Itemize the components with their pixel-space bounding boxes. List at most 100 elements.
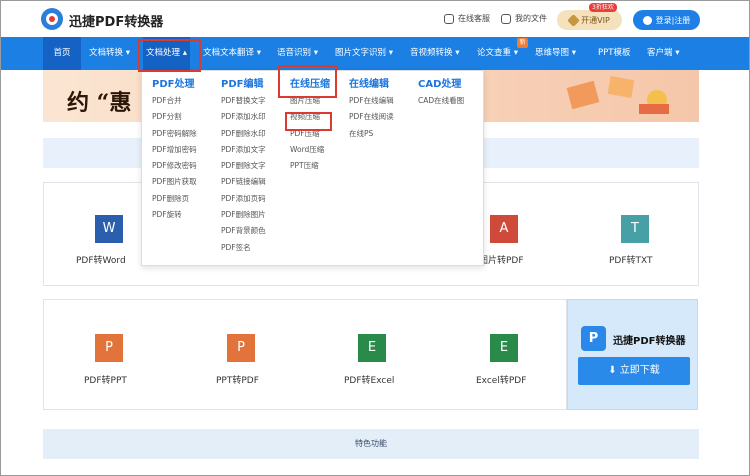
tool-excel-to-pdf[interactable]: Excel转PDF	[476, 373, 526, 386]
nav-mind-map[interactable]: 思维导图 ▾	[535, 37, 576, 70]
vip-promo-badge: 3折狂欢	[589, 3, 617, 12]
chevron-down-icon: ▾	[672, 48, 680, 58]
column-cad: CAD处理 CAD在线看图	[418, 77, 464, 109]
brand-logo-icon[interactable]	[41, 8, 63, 30]
chevron-down-icon: ▾	[311, 48, 318, 58]
column-title: PDF编辑	[221, 79, 264, 90]
my-files-link[interactable]: 我的文件	[501, 13, 547, 24]
menu-item[interactable]: PDF在线编辑	[349, 93, 394, 109]
column-pdf-process: PDF处理 PDF合并 PDF分割 PDF密码解除 PDF增加密码 PDF修改密…	[152, 77, 197, 223]
nav-plagiarism-check-label: 论文查重	[477, 48, 512, 58]
chevron-down-icon: ▾	[511, 48, 518, 58]
diamond-icon	[567, 13, 581, 27]
menu-item[interactable]: PDF图片获取	[152, 174, 197, 190]
download-icon: ⬇	[608, 365, 620, 376]
highlight-online-compress	[278, 65, 337, 98]
column-title: PDF处理	[152, 79, 195, 90]
pdf-icon: A	[490, 215, 518, 243]
nav-av-convert-label: 音视频转换	[410, 48, 453, 58]
menu-item[interactable]: CAD在线看图	[418, 93, 464, 109]
tool-image-to-pdf[interactable]: 图片转PDF	[479, 253, 524, 266]
login-button[interactable]: 登录|注册	[633, 10, 700, 30]
tool-pdf-to-excel[interactable]: PDF转Excel	[344, 373, 394, 386]
menu-item[interactable]: PDF删除图片	[221, 207, 266, 223]
menu-item[interactable]: PDF增加密码	[152, 142, 197, 158]
menu-item[interactable]: PDF在线阅读	[349, 109, 394, 125]
download-button-label: 立即下载	[619, 365, 660, 376]
download-button[interactable]: ⬇ 立即下载	[578, 357, 690, 385]
highlight-nav-doc-process	[138, 39, 201, 72]
menu-item[interactable]: 在线PS	[349, 126, 394, 142]
page: 迅捷PDF转换器 在线客服 我的文件 开通VIP 3折狂欢 登录|注册 首页 文…	[0, 0, 750, 476]
menu-item[interactable]: PDF背景颜色	[221, 223, 266, 239]
tool-pdf-to-txt[interactable]: PDF转TXT	[609, 253, 653, 266]
menu-item[interactable]: PDF旋转	[152, 207, 197, 223]
customer-service-label: 在线客服	[458, 14, 490, 23]
nav-client[interactable]: 客户端 ▾	[647, 37, 679, 70]
menu-item[interactable]: PDF签名	[221, 240, 266, 256]
column-title: CAD处理	[418, 79, 462, 90]
nav-home[interactable]: 首页	[43, 37, 81, 70]
tool-ppt-to-pdf[interactable]: PPT转PDF	[216, 373, 259, 386]
user-icon	[642, 15, 652, 25]
document-icon	[501, 13, 511, 24]
vip-button[interactable]: 开通VIP	[557, 10, 622, 30]
ppt-icon: P	[95, 334, 123, 362]
menu-item[interactable]: PDF删除页	[152, 191, 197, 207]
menu-item[interactable]: PDF密码解除	[152, 126, 197, 142]
chevron-down-icon: ▾	[386, 48, 393, 58]
gift-decoration-icon	[566, 76, 669, 114]
menu-item[interactable]: PDF添加文字	[221, 142, 266, 158]
excel-pdf-icon: E	[490, 334, 518, 362]
column-online-edit: 在线编辑 PDF在线编辑 PDF在线阅读 在线PS	[349, 77, 394, 142]
chevron-down-icon: ▾	[254, 48, 261, 58]
menu-item[interactable]: PDF修改密码	[152, 158, 197, 174]
nav-ppt-template[interactable]: PPT模板	[598, 37, 630, 70]
menu-item[interactable]: PDF分割	[152, 109, 197, 125]
brand-name[interactable]: 迅捷PDF转换器	[69, 11, 163, 30]
menu-item[interactable]: PDF链接编辑	[221, 174, 266, 190]
login-label: 登录|注册	[655, 15, 691, 25]
tool-pdf-to-word[interactable]: PDF转Word	[76, 253, 126, 266]
download-brand: 迅捷PDF转换器	[613, 336, 686, 347]
chevron-down-icon: ▾	[569, 48, 576, 58]
column-title: 在线编辑	[349, 79, 389, 90]
nav-plagiarism-check[interactable]: 论文查重 ▾	[477, 37, 518, 70]
my-files-label: 我的文件	[515, 14, 547, 23]
menu-item[interactable]: PDF添加水印	[221, 109, 266, 125]
headset-icon	[444, 13, 454, 24]
nav-mind-map-label: 思维导图	[535, 48, 570, 58]
download-panel	[567, 299, 698, 410]
new-badge: 新	[517, 38, 528, 48]
menu-item[interactable]: Word压缩	[290, 142, 330, 158]
nav-client-label: 客户端	[647, 48, 673, 58]
highlight-video-compress	[285, 112, 332, 131]
nav-doc-convert-label: 文档转换	[89, 48, 124, 58]
menu-item[interactable]: PDF添加页码	[221, 191, 266, 207]
menu-item[interactable]: PDF替换文字	[221, 93, 266, 109]
vip-label: 开通VIP	[581, 15, 610, 25]
nav-av-convert[interactable]: 音视频转换 ▾	[410, 37, 459, 70]
chevron-down-icon: ▾	[452, 48, 460, 58]
excel-icon: E	[358, 334, 386, 362]
menu-item[interactable]: PDF删除文字	[221, 158, 266, 174]
customer-service-link[interactable]: 在线客服	[444, 13, 490, 24]
chevron-down-icon: ▾	[123, 48, 130, 58]
top-header: 迅捷PDF转换器 在线客服 我的文件 开通VIP 3折狂欢 登录|注册	[1, 1, 749, 37]
word-icon: W	[95, 215, 123, 243]
menu-item[interactable]: PDF删除水印	[221, 126, 266, 142]
nav-image-ocr-label: 图片文字识别	[335, 48, 387, 58]
feature-section: 特色功能	[43, 429, 699, 459]
nav-doc-translate-label: 文档文本翻译	[203, 48, 255, 58]
banner-text: 约 “惠	[67, 90, 132, 116]
nav-doc-convert[interactable]: 文档转换 ▾	[89, 37, 130, 70]
nav-doc-translate[interactable]: 文档文本翻译 ▾	[203, 37, 261, 70]
menu-item[interactable]: PPT压缩	[290, 158, 330, 174]
tool-pdf-to-ppt[interactable]: PDF转PPT	[84, 373, 127, 386]
app-logo-icon: P	[581, 326, 606, 351]
main-nav: 首页 文档转换 ▾ 文档处理 ▴ 文档文本翻译 ▾ 语音识别 ▾ 图片文字识别 …	[1, 37, 749, 70]
txt-icon: T	[621, 215, 649, 243]
nav-image-ocr[interactable]: 图片文字识别 ▾	[335, 37, 393, 70]
nav-speech-recognition-label: 语音识别	[277, 48, 312, 58]
menu-item[interactable]: PDF合并	[152, 93, 197, 109]
